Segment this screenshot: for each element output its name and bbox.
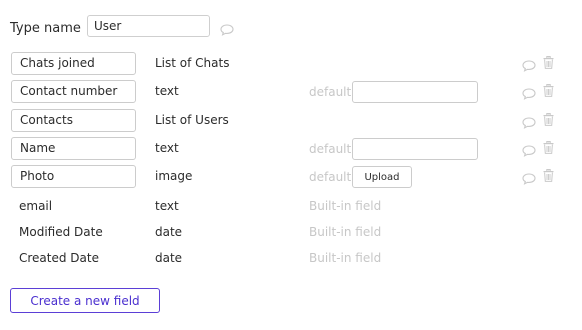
comment-icon[interactable] bbox=[522, 85, 536, 100]
builtin-field-note: Built-in field bbox=[309, 225, 382, 239]
field-name-box[interactable]: Name bbox=[11, 137, 136, 160]
field-type: List of Users bbox=[155, 113, 229, 127]
default-label: default bbox=[309, 142, 352, 156]
field-type: date bbox=[155, 251, 183, 265]
builtin-field-name: Created Date bbox=[19, 251, 99, 265]
type-name-label: Type name bbox=[10, 21, 81, 36]
builtin-field-name: Modified Date bbox=[19, 225, 103, 239]
create-new-field-button[interactable]: Create a new field bbox=[10, 288, 160, 313]
field-type: text bbox=[155, 141, 179, 155]
field-type: text bbox=[155, 199, 179, 213]
trash-icon[interactable] bbox=[543, 82, 554, 97]
field-type: List of Chats bbox=[155, 56, 230, 70]
default-value-input[interactable] bbox=[352, 138, 478, 160]
default-value-input[interactable] bbox=[352, 81, 478, 103]
type-name-input[interactable] bbox=[87, 15, 210, 37]
comment-icon[interactable] bbox=[522, 142, 536, 157]
field-name-box[interactable]: Chats joined bbox=[11, 52, 136, 75]
field-name-box[interactable]: Photo bbox=[11, 165, 136, 188]
field-type: text bbox=[155, 84, 179, 98]
builtin-field-note: Built-in field bbox=[309, 199, 382, 213]
builtin-field-name: email bbox=[19, 199, 53, 213]
comment-icon[interactable] bbox=[220, 21, 234, 40]
field-type: image bbox=[155, 169, 193, 183]
default-label: default bbox=[309, 85, 352, 99]
trash-icon[interactable] bbox=[543, 167, 554, 182]
default-label: default bbox=[309, 170, 352, 184]
field-name-box[interactable]: Contact number bbox=[11, 80, 136, 103]
trash-icon[interactable] bbox=[543, 111, 554, 126]
comment-icon[interactable] bbox=[522, 57, 536, 72]
field-name-box[interactable]: Contacts bbox=[11, 109, 136, 132]
upload-button[interactable]: Upload bbox=[352, 166, 412, 188]
trash-icon[interactable] bbox=[543, 139, 554, 154]
trash-icon[interactable] bbox=[543, 54, 554, 69]
builtin-field-note: Built-in field bbox=[309, 251, 382, 265]
field-type: date bbox=[155, 225, 183, 239]
comment-icon[interactable] bbox=[522, 170, 536, 185]
comment-icon[interactable] bbox=[522, 114, 536, 129]
